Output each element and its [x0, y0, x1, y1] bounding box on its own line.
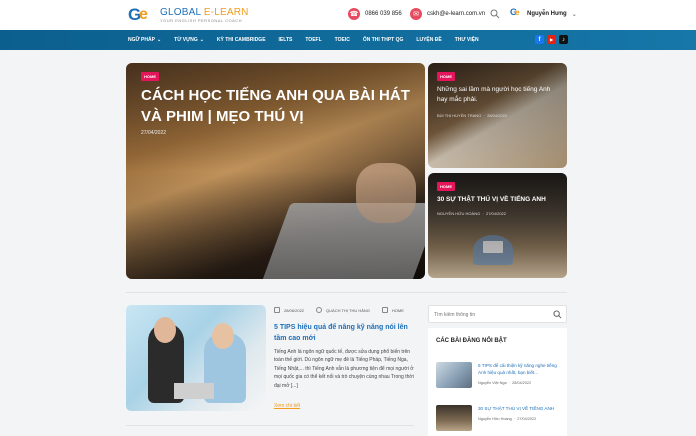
sidebar-search — [428, 305, 567, 323]
nav-item-ky-thi-cambridge[interactable]: KỲ THI CAMBRIDGE — [217, 37, 266, 43]
featured-post-meta: Nguyễn Hữu Hoàng · 27/04/2022 — [478, 417, 537, 421]
article-meta: BÙI THỊ HUYỀN TRANG · 28/04/2022 — [437, 113, 508, 118]
hero-side-title[interactable]: 30 SỰ THẬT THÚ VỊ VỀ TIẾNG ANH — [437, 195, 559, 205]
chevron-down-icon: ⌄ — [199, 37, 204, 43]
user-name: Nguyễn Hưng — [527, 11, 567, 17]
featured-posts-title: CÁC BÀI ĐĂNG NỔI BẬT — [436, 338, 507, 344]
article-meta: NGUYỄN HỮU HOÀNG · 27/04/2022 — [437, 211, 507, 216]
email-address: cskh@e-learn.com.vn — [427, 11, 486, 17]
logo-subtitle: YOUR ENGLISH PERSONAL COACH — [160, 18, 243, 23]
site-header: Ge GLOBAL E-LEARN YOUR ENGLISH PERSONAL … — [0, 0, 696, 30]
featured-post-thumbnail[interactable] — [436, 362, 472, 388]
logo-title: GLOBAL E-LEARN — [160, 7, 249, 18]
hero-main-date: 27/04/2022 — [141, 130, 167, 136]
post-date: 28/06/2022 — [284, 307, 305, 313]
hero-main-article[interactable]: HOME CÁCH HỌC TIẾNG ANH QUA BÀI HÁT VÀ P… — [126, 63, 425, 279]
search-icon[interactable] — [553, 310, 562, 319]
phone-number: 0866 039 856 — [365, 11, 402, 17]
featured-posts-widget: CÁC BÀI ĐĂNG NỔI BẬT 5 TIPS để cải thiện… — [428, 328, 567, 436]
facebook-icon[interactable]: f — [535, 35, 544, 44]
featured-post-thumbnail[interactable] — [436, 405, 472, 431]
section-divider — [126, 425, 414, 426]
chevron-down-icon: ⌄ — [156, 37, 162, 43]
post-thumbnail[interactable] — [126, 305, 266, 411]
nav-item-tu-vung[interactable]: TỪ VỰNG ⌄ — [174, 37, 204, 43]
nav-item-ielts[interactable]: IELTS — [279, 37, 293, 43]
main-navigation: NGỮ PHÁP ⌄ TỪ VỰNG ⌄ KỲ THI CAMBRIDGE IELT… — [0, 30, 696, 50]
hero-main-title[interactable]: CÁCH HỌC TIẾNG ANH QUA BÀI HÁT VÀ PHIM |… — [141, 85, 416, 127]
section-divider — [126, 292, 567, 293]
hero-side-article[interactable]: HOME Những sai lầm mà người học tiếng An… — [428, 63, 567, 168]
post-category[interactable]: HOME — [392, 308, 404, 313]
nav-item-ngu-phap[interactable]: NGỮ PHÁP ⌄ — [128, 37, 161, 43]
category-tag[interactable]: HOME — [141, 72, 159, 81]
chevron-down-icon: ⌄ — [571, 11, 577, 18]
email-contact[interactable]: ✉ cskh@e-learn.com.vn — [410, 8, 485, 20]
logo-mark: Ge — [128, 5, 148, 24]
featured-post-meta: Nguyễn Việt Nga · 28/04/2022 — [478, 381, 532, 385]
user-menu[interactable]: G e Nguyễn Hưng ⌄ — [510, 7, 577, 20]
phone-contact[interactable]: ☎ 0866 039 856 — [348, 8, 402, 20]
hero-side-article[interactable]: HOME 30 SỰ THẬT THÚ VỊ VỀ TIẾNG ANH NGUY… — [428, 173, 567, 278]
nav-item-toefl[interactable]: TOEFL — [305, 37, 321, 43]
featured-post-item[interactable]: 30 SỰ THẬT THÚ VỊ VỀ TIẾNG ANH Nguyễn Hữ… — [436, 405, 561, 436]
nav-item-thu-vien[interactable]: THƯ VIỆN — [455, 37, 479, 43]
tag-icon — [381, 307, 388, 313]
featured-post-title[interactable]: 5 TIPS để cải thiện kỹ năng nghe tiếng A… — [478, 362, 562, 376]
nav-item-luyen-de[interactable]: LUYỆN ĐỀ — [416, 37, 441, 43]
mail-icon: ✉ — [410, 8, 422, 20]
post-title[interactable]: 5 TIPS hiệu quả để nâng kỹ năng nói lên … — [274, 322, 414, 344]
user-avatar-icon: G e — [510, 7, 520, 17]
category-tag[interactable]: HOME — [437, 182, 455, 191]
featured-post-item[interactable]: 5 TIPS để cải thiện kỹ năng nghe tiếng A… — [436, 362, 561, 396]
hero-side-title[interactable]: Những sai lầm mà người học tiếng Anh hay… — [437, 85, 559, 105]
read-more-link[interactable]: Xem chi tiết — [274, 403, 300, 409]
site-logo[interactable]: Ge GLOBAL E-LEARN YOUR ENGLISH PERSONAL … — [128, 5, 249, 25]
nav-item-toeic[interactable]: TOEIC — [335, 37, 350, 43]
calendar-icon — [274, 307, 280, 313]
post-excerpt: Tiếng Anh là ngôn ngữ quốc tế, được sửa … — [274, 349, 414, 389]
tiktok-icon[interactable]: ♪ — [559, 35, 568, 44]
phone-icon: ☎ — [348, 8, 360, 20]
user-icon — [316, 307, 323, 313]
social-links: f ▶ ♪ — [535, 35, 568, 44]
youtube-icon[interactable]: ▶ — [547, 35, 556, 44]
search-icon[interactable] — [490, 9, 500, 19]
search-input[interactable] — [434, 309, 544, 320]
post-meta: 28/06/2022 QUÁCH THỊ THU HẰNG HOME — [274, 307, 404, 313]
nav-item-on-thi-thpt-qg[interactable]: ÔN THI THPT QG — [363, 37, 404, 43]
category-tag[interactable]: HOME — [437, 72, 455, 81]
post-author[interactable]: QUÁCH THỊ THU HẰNG — [326, 308, 370, 313]
featured-post-title[interactable]: 30 SỰ THẬT THÚ VỊ VỀ TIẾNG ANH — [478, 405, 562, 412]
